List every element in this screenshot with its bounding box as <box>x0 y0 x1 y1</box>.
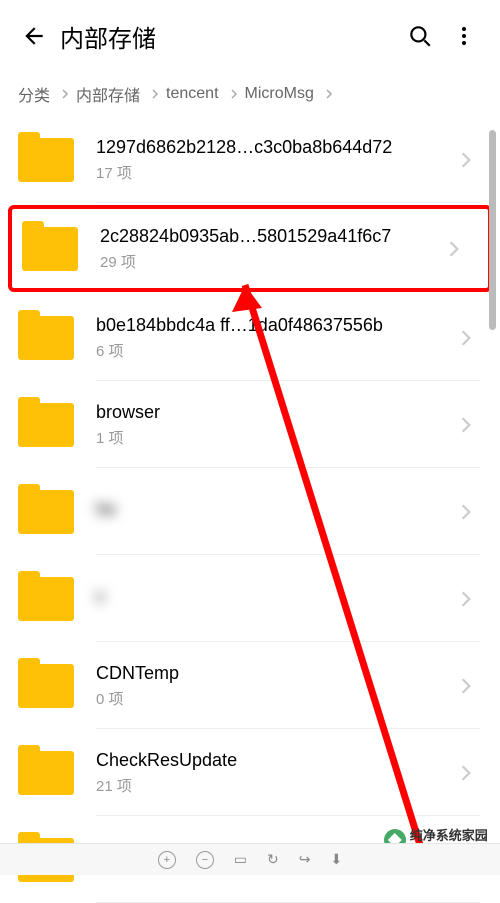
chevron-right-icon <box>440 240 468 258</box>
folder-subtitle: 1 项 <box>96 427 452 448</box>
folder-meta: 2c28824b0935ab…5801529a41f6c7 29 项 <box>100 226 440 272</box>
chevron-right-icon <box>452 329 480 347</box>
forward-icon[interactable]: ↪ <box>299 851 311 868</box>
folder-row[interactable]: 2c28824b0935ab…5801529a41f6c7 29 项 <box>8 205 492 292</box>
folder-icon <box>18 577 74 621</box>
chevron-right-icon <box>452 677 480 695</box>
divider <box>96 202 480 203</box>
folder-row[interactable]: b0e184bbdc4a ff…1da0f48637556b 6 项 <box>0 294 500 381</box>
bottom-toolbar: + − ▭ ↻ ↪ ⬇ <box>0 843 500 875</box>
folder-list: 1297d6862b2128…c3c0ba8b644d72 17 项 2c28824… <box>0 116 500 903</box>
zoom-out-icon[interactable]: − <box>196 851 214 869</box>
folder-meta: CDNTemp 0 项 <box>96 663 452 709</box>
folder-name: CheckResUpdate <box>96 750 452 771</box>
folder-row[interactable]: CheckResUpdate 21 项 <box>0 729 500 816</box>
folder-name: he <box>96 499 452 520</box>
more-button[interactable] <box>442 14 486 58</box>
more-vertical-icon <box>452 24 476 48</box>
folder-meta: browser 1 项 <box>96 402 452 448</box>
refresh-icon[interactable]: ↻ <box>267 851 279 868</box>
folder-name: CDNTemp <box>96 663 452 684</box>
chevron-right-icon <box>60 89 70 99</box>
download-icon[interactable]: ⬇ <box>330 851 342 868</box>
chevron-right-icon <box>324 89 334 99</box>
page-title: 内部存储 <box>60 19 398 54</box>
breadcrumb-item[interactable]: MicroMsg <box>245 85 314 103</box>
folder-meta: c <box>96 586 452 611</box>
folder-name: browser <box>96 402 452 423</box>
arrow-left-icon <box>21 23 47 49</box>
folder-subtitle: 6 项 <box>96 340 452 361</box>
folder-meta: he <box>96 499 452 524</box>
chevron-right-icon <box>150 89 160 99</box>
folder-meta: 1297d6862b2128…c3c0ba8b644d72 17 项 <box>96 137 452 183</box>
folder-icon <box>18 316 74 360</box>
search-icon <box>407 23 433 49</box>
folder-name: b0e184bbdc4a ff…1da0f48637556b <box>96 315 452 336</box>
folder-subtitle: 17 项 <box>96 162 452 183</box>
folder-row[interactable]: c <box>0 555 500 642</box>
folder-meta: CheckResUpdate 21 项 <box>96 750 452 796</box>
breadcrumb-item[interactable]: 内部存储 <box>76 82 140 106</box>
chevron-right-icon <box>452 503 480 521</box>
folder-icon <box>18 751 74 795</box>
chevron-right-icon <box>452 764 480 782</box>
search-button[interactable] <box>398 14 442 58</box>
zoom-in-icon[interactable]: + <box>158 851 176 869</box>
header-bar: 内部存储 <box>0 0 500 72</box>
scrollbar[interactable] <box>489 130 496 330</box>
chevron-right-icon <box>452 590 480 608</box>
folder-name: c <box>96 586 452 607</box>
folder-icon <box>18 664 74 708</box>
chevron-right-icon <box>229 89 239 99</box>
folder-name: 2c28824b0935ab…5801529a41f6c7 <box>100 226 440 247</box>
breadcrumb-item[interactable]: tencent <box>166 85 218 103</box>
folder-row[interactable]: browser 1 项 <box>0 381 500 468</box>
watermark-text: 纯净系统家园 <box>410 825 492 844</box>
folder-row[interactable]: CDNTemp 0 项 <box>0 642 500 729</box>
back-button[interactable] <box>14 16 54 56</box>
chevron-right-icon <box>452 416 480 434</box>
folder-icon <box>18 138 74 182</box>
folder-icon <box>18 403 74 447</box>
breadcrumb-item[interactable]: 分类 <box>18 82 50 106</box>
folder-row[interactable]: 1297d6862b2128…c3c0ba8b644d72 17 项 <box>0 116 500 203</box>
folder-icon <box>18 490 74 534</box>
folder-icon <box>22 227 78 271</box>
folder-subtitle: 29 项 <box>100 251 440 272</box>
folder-meta: b0e184bbdc4a ff…1da0f48637556b 6 项 <box>96 315 452 361</box>
folder-row[interactable]: he <box>0 468 500 555</box>
fit-icon[interactable]: ▭ <box>234 851 247 868</box>
folder-subtitle: 21 项 <box>96 775 452 796</box>
folder-subtitle: 0 项 <box>96 688 452 709</box>
chevron-right-icon <box>452 151 480 169</box>
breadcrumb: 分类 内部存储 tencent MicroMsg <box>0 72 500 116</box>
folder-name: 1297d6862b2128…c3c0ba8b644d72 <box>96 137 452 158</box>
